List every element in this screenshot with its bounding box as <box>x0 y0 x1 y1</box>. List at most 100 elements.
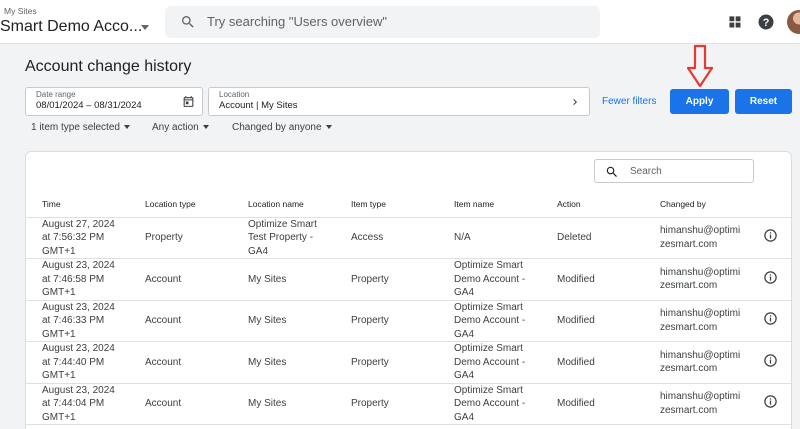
calendar-icon[interactable] <box>182 95 195 108</box>
cell-item-name: N/A <box>438 217 541 259</box>
page-title: Account change history <box>25 58 192 75</box>
time-line: GMT+1 <box>42 287 76 298</box>
changed-by-line: himanshu@optimi <box>660 225 741 237</box>
location-label: Location <box>219 90 250 99</box>
table-search-input[interactable]: Search <box>594 159 754 183</box>
fewer-filters-link[interactable]: Fewer filters <box>602 96 656 107</box>
apply-button[interactable]: Apply <box>670 89 729 114</box>
column-header-item-name[interactable]: Item name <box>438 192 541 218</box>
help-icon[interactable]: ? <box>756 12 776 32</box>
cell-time: August 23, 2024 at 7:46:33 PM GMT+1 <box>26 300 129 342</box>
cell-action: Modified <box>541 258 644 301</box>
global-search-input[interactable]: Try searching "Users overview" <box>165 6 600 38</box>
location-name-line: My Sites <box>248 398 287 409</box>
location-name-line: Optimize Smart <box>248 218 317 230</box>
cell-action: Modified <box>541 341 644 384</box>
chevron-right-icon[interactable] <box>569 96 581 108</box>
info-icon[interactable] <box>763 228 778 243</box>
cell-details <box>747 300 791 342</box>
cell-time: August 27, 2024 at 7:56:32 PM GMT+1 <box>26 217 129 259</box>
changed-by-line: himanshu@optimi <box>660 349 741 361</box>
cell-changed-by: himanshu@optimi zesmart.com <box>644 217 747 259</box>
info-icon[interactable] <box>763 311 778 326</box>
info-icon[interactable] <box>763 353 778 368</box>
date-range-value: 08/01/2024 – 08/31/2024 <box>36 100 142 111</box>
column-header-details <box>747 192 791 218</box>
item-name-line: GA4 <box>454 328 475 340</box>
cell-changed-by: himanshu@optimi zesmart.com <box>644 341 747 384</box>
cell-location-name: My Sites <box>232 341 335 384</box>
location-name-line: GA4 <box>248 245 269 257</box>
time-line: August 23, 2024 <box>42 260 115 271</box>
column-header-action[interactable]: Action <box>541 192 644 218</box>
change-history-table: Time Location type Location name Item ty… <box>26 192 791 425</box>
caret-down-icon[interactable] <box>141 25 149 30</box>
item-name-line: GA4 <box>454 370 475 381</box>
cell-details <box>747 258 791 301</box>
cell-location-name: My Sites <box>232 258 335 301</box>
cell-item-type: Property <box>335 341 438 384</box>
time-line: GMT+1 <box>42 411 76 423</box>
cell-location-name: Optimize Smart Test Property - GA4 <box>232 217 335 259</box>
changed-by-line: himanshu@optimi <box>660 308 741 320</box>
column-header-location-type[interactable]: Location type <box>129 192 232 218</box>
info-icon[interactable] <box>763 270 778 285</box>
time-line: at 7:46:33 PM <box>42 315 105 326</box>
action-filter-chip[interactable]: Any action <box>152 122 209 133</box>
date-range-field[interactable]: Date range 08/01/2024 – 08/31/2024 <box>25 87 203 116</box>
item-type-filter-chip[interactable]: 1 item type selected <box>31 122 130 133</box>
location-value: Account | My Sites <box>219 100 298 111</box>
table-row[interactable]: August 23, 2024 at 7:46:33 PM GMT+1 Account… <box>26 300 791 342</box>
time-line: at 7:56:32 PM <box>42 232 105 243</box>
down-arrow-annotation-icon <box>686 44 714 88</box>
location-field[interactable]: Location Account | My Sites <box>208 87 590 116</box>
cell-location-type: Property <box>129 217 232 259</box>
item-name-line: GA4 <box>454 287 475 298</box>
avatar[interactable] <box>787 10 800 34</box>
cell-details <box>747 217 791 259</box>
cell-action: Modified <box>541 300 644 342</box>
cell-location-name: My Sites <box>232 300 335 342</box>
caret-down-icon <box>123 125 130 130</box>
column-header-changed-by[interactable]: Changed by <box>644 192 747 218</box>
changed-by-filter-label: Changed by anyone <box>232 122 322 133</box>
changed-by-line: himanshu@optimi <box>660 266 741 278</box>
table-row[interactable]: August 23, 2024 at 7:44:40 PM GMT+1 Account… <box>26 341 791 384</box>
global-search-placeholder: Try searching "Users overview" <box>207 14 387 29</box>
caret-down-icon <box>202 125 209 130</box>
cell-item-name: Optimize Smart Demo Account - GA4 <box>438 383 541 425</box>
item-name-line: Demo Account - <box>454 356 526 368</box>
cell-item-type: Property <box>335 258 438 301</box>
caret-down-icon <box>325 125 332 130</box>
table-search-placeholder: Search <box>630 166 662 177</box>
item-name-line: N/A <box>454 232 471 243</box>
table-row[interactable]: August 23, 2024 at 7:44:04 PM GMT+1 Account… <box>26 383 791 425</box>
location-name-line: Test Property - <box>248 232 314 243</box>
cell-item-name: Optimize Smart Demo Account - GA4 <box>438 300 541 342</box>
apps-grid-icon[interactable] <box>725 12 745 32</box>
changed-by-filter-chip[interactable]: Changed by anyone <box>232 122 332 133</box>
table-row[interactable]: August 23, 2024 at 7:46:58 PM GMT+1 Account… <box>26 258 791 301</box>
time-line: August 23, 2024 <box>42 384 115 396</box>
item-name-line: Optimize Smart <box>454 301 523 313</box>
action-filter-label: Any action <box>152 122 199 133</box>
svg-text:?: ? <box>763 17 770 29</box>
search-icon <box>606 166 617 177</box>
location-name-line: My Sites <box>248 315 287 326</box>
time-line: GMT+1 <box>42 245 76 257</box>
time-line: August 23, 2024 <box>42 343 115 354</box>
column-header-item-type[interactable]: Item type <box>335 192 438 218</box>
cell-location-type: Account <box>129 300 232 342</box>
column-header-location-name[interactable]: Location name <box>232 192 335 218</box>
cell-time: August 23, 2024 at 7:46:58 PM GMT+1 <box>26 258 129 301</box>
column-header-time[interactable]: Time <box>26 192 129 218</box>
changed-by-line: zesmart.com <box>660 280 718 292</box>
reset-button[interactable]: Reset <box>735 89 792 114</box>
table-row[interactable]: August 27, 2024 at 7:56:32 PM GMT+1 Propert… <box>26 217 791 259</box>
changed-by-line: himanshu@optimi <box>660 391 741 403</box>
account-selector[interactable]: Smart Demo Acco... <box>0 18 142 36</box>
cell-location-name: My Sites <box>232 383 335 425</box>
item-name-line: Demo Account - <box>454 315 526 326</box>
info-icon[interactable] <box>763 394 778 409</box>
changed-by-line: zesmart.com <box>660 321 718 333</box>
